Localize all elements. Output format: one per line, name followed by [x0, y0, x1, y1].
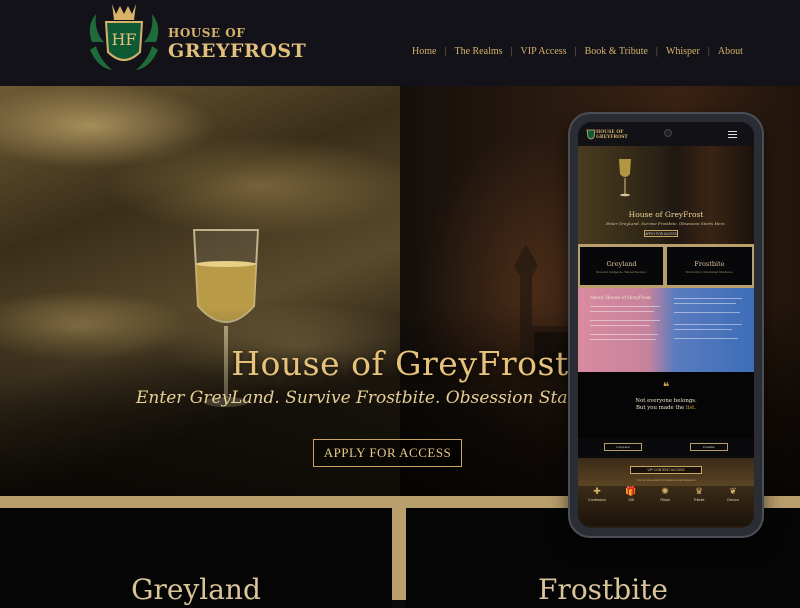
hamburger-menu-icon[interactable] — [728, 131, 737, 138]
mobile-brand[interactable]: HOUSE OF GREYFROST — [596, 130, 628, 140]
text-line — [590, 320, 660, 322]
nav-vip-access[interactable]: VIP Access — [521, 46, 567, 57]
nav-book-tribute[interactable]: Book & Tribute — [585, 46, 648, 57]
mobile-card-sub: Bold Control. Unrestricted Obedience. — [685, 270, 734, 274]
mobile-hero: House of GreyFrost Enter GreyLand. Survi… — [578, 146, 754, 244]
text-line — [590, 325, 650, 327]
realm-title: Greyland — [131, 573, 261, 606]
brand-of: HOUSE OF — [168, 26, 246, 40]
mobile-about-title: About House of GreyFrost — [590, 296, 652, 301]
text-line — [674, 298, 742, 300]
service-confession[interactable]: ✚ Confession — [580, 486, 614, 502]
nav-separator: | — [510, 46, 513, 57]
apply-for-access-button[interactable]: APPLY FOR ACCESS — [313, 439, 462, 467]
mobile-link-greyland[interactable]: GreyLand — [604, 443, 642, 451]
mobile-card-sub: Romantic Indulgence. Tailored Devotion. — [596, 270, 647, 274]
mobile-glass-image — [619, 159, 631, 197]
camera-icon — [664, 129, 672, 137]
mobile-quote-line1: Not everyone belongs. — [635, 398, 697, 404]
crest-icon: HF — [89, 4, 159, 70]
nav-separator: | — [655, 46, 658, 57]
mobile-card-greyland[interactable]: Greyland Romantic Indulgence. Tailored D… — [580, 247, 663, 285]
crest-monogram: HF — [111, 30, 136, 49]
text-line — [590, 334, 658, 336]
ritual-icon: ✺ — [661, 487, 669, 497]
service-ritual[interactable]: ✺ Ritual — [648, 486, 682, 502]
service-label: Devour — [727, 498, 739, 502]
mobile-quote-line2-accent: list. — [685, 405, 697, 411]
mobile-hero-title: House of GreyFrost — [628, 210, 704, 219]
mobile-about-section: About House of GreyFrost — [578, 288, 754, 372]
realm-card-greyland[interactable]: Greyland — [0, 508, 392, 608]
nav-about[interactable]: About — [718, 46, 743, 57]
text-line — [674, 338, 738, 340]
nav-separator: | — [574, 46, 577, 57]
vip-subtitle: Your private portal of indulgence and ob… — [636, 478, 696, 482]
text-line — [674, 303, 736, 305]
service-label: Tribute — [693, 498, 705, 502]
main-nav: Home | The Realms | VIP Access | Book & … — [412, 46, 743, 57]
service-label: Gift — [628, 498, 634, 502]
phone-screen: HOUSE OF GREYFROST House of GreyFrost Ent… — [578, 122, 754, 528]
crown-icon: ♛ — [694, 487, 704, 497]
text-line — [590, 339, 656, 341]
mobile-apply-button[interactable]: APPLY FOR ACCESS — [644, 230, 678, 237]
site-header: HF HOUSE OF GREYFROST Home | The Realms … — [0, 0, 800, 86]
service-label: Confession — [588, 498, 606, 502]
text-line — [674, 312, 740, 314]
service-devour[interactable]: ❦ Devour — [716, 486, 750, 502]
mobile-vip-section: VIP CONTENT ACCESS Your private portal o… — [578, 458, 754, 528]
hero-subtitle: Enter GreyLand. Survive Frostbite. Obses… — [136, 388, 576, 408]
text-line — [674, 329, 732, 331]
flourish-icon: ❦ — [729, 487, 737, 497]
nav-home[interactable]: Home — [412, 46, 436, 57]
service-tribute[interactable]: ♛ Tribute — [682, 486, 716, 502]
text-line — [590, 311, 654, 313]
mobile-hero-subtitle: Enter GreyLand. Survive Frostbite. Obses… — [606, 221, 726, 226]
realm-title: Frostbite — [538, 573, 668, 606]
mobile-link-frostbite[interactable]: Frostbite — [690, 443, 728, 451]
mobile-realm-cards: Greyland Romantic Indulgence. Tailored D… — [578, 244, 754, 288]
text-line — [590, 306, 660, 308]
mobile-header: HOUSE OF GREYFROST — [578, 122, 754, 146]
nav-separator: | — [444, 46, 447, 57]
phone-mockup: HOUSE OF GREYFROST House of GreyFrost Ent… — [570, 114, 762, 536]
gift-icon: 🎁 — [625, 487, 637, 497]
brand-name: GREYFROST — [168, 40, 307, 62]
mobile-service-icons: ✚ Confession 🎁 Gift ✺ Ritual ♛ Tribute ❦ — [578, 486, 754, 526]
mobile-crest-icon — [586, 129, 596, 140]
nav-separator: | — [707, 46, 710, 57]
service-label: Ritual — [660, 498, 670, 502]
mobile-quote-line2: But you made the list. — [578, 405, 754, 411]
vip-content-access-button[interactable]: VIP CONTENT ACCESS — [630, 466, 702, 474]
nav-the-realms[interactable]: The Realms — [454, 46, 502, 57]
quote-icon: ❝ — [662, 380, 670, 394]
mobile-brand-name: GREYFROST — [596, 135, 628, 140]
text-line — [674, 324, 742, 326]
mobile-realm-links: GreyLand Frostbite — [578, 438, 754, 456]
mobile-quote-section: ❝ Not everyone belongs. But you made the… — [578, 372, 754, 438]
mobile-card-frostbite[interactable]: Frostbite Bold Control. Unrestricted Obe… — [667, 247, 752, 285]
cross-icon: ✚ — [593, 487, 601, 497]
brand-logo[interactable]: HF HOUSE OF GREYFROST — [82, 2, 306, 76]
mobile-quote-line2-main: But you made the — [635, 405, 686, 411]
mobile-card-title: Frostbite — [694, 260, 725, 268]
mobile-card-title: Greyland — [606, 260, 637, 268]
service-gift[interactable]: 🎁 Gift — [614, 486, 648, 502]
nav-whisper[interactable]: Whisper — [666, 46, 700, 57]
